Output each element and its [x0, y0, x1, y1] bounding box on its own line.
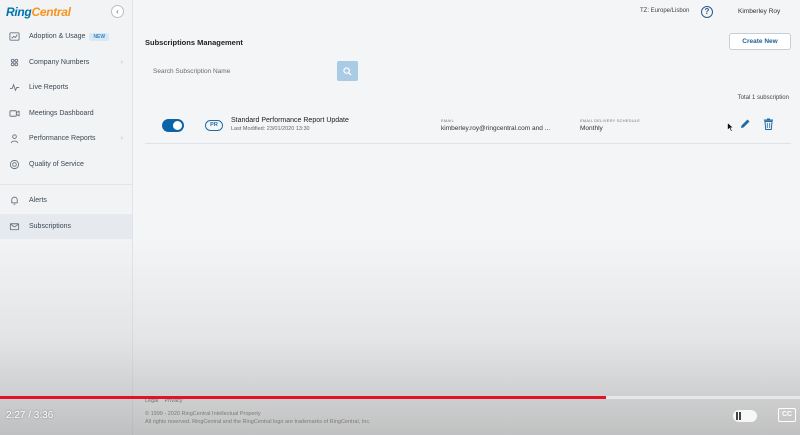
video-icon: [9, 108, 20, 119]
search-icon: [343, 66, 352, 76]
sidebar-item-subscriptions[interactable]: Subscriptions: [0, 213, 132, 239]
sidebar-item-label: Subscriptions: [29, 222, 72, 230]
ringcentral-logo[interactable]: RingCentral: [6, 5, 71, 19]
person-icon: [9, 133, 20, 144]
total-count: Total 1 subscription: [737, 95, 789, 101]
copyright-text: © 1999 - 2020 RingCentral Intellectual P…: [145, 411, 261, 417]
sidebar-item-performance-reports[interactable]: Performance Reports ›: [0, 126, 132, 152]
subscription-name[interactable]: Standard Performance Report Update: [231, 117, 349, 124]
trash-icon[interactable]: [763, 118, 774, 130]
sidebar-item-label: Live Reports: [29, 84, 69, 92]
email-label: EMAIL: [441, 118, 455, 123]
subscription-row[interactable]: PR Standard Performance Report Update La…: [145, 108, 791, 144]
sidebar-item-label: Adoption & Usage: [29, 33, 86, 41]
timezone-label[interactable]: TZ: Europe/Lisbon: [640, 8, 689, 14]
email-value: kimberley.roy@ringcentral.com and ...: [441, 125, 551, 132]
sidebar-item-alerts[interactable]: Alerts: [0, 188, 132, 214]
help-icon[interactable]: ?: [701, 6, 713, 18]
chevron-right-icon: ›: [120, 135, 123, 143]
chart-icon: [9, 31, 20, 42]
trademark-text: All rights reserved. RingCentral and the…: [145, 419, 371, 425]
sidebar-item-meetings-dashboard[interactable]: Meetings Dashboard: [0, 101, 132, 127]
top-header: TZ: Europe/Lisbon ? Kimberley Roy: [133, 0, 800, 24]
subscription-toggle[interactable]: [162, 119, 184, 132]
sidebar-item-label: Company Numbers: [29, 58, 90, 66]
sidebar-item-company-numbers[interactable]: Company Numbers ›: [0, 50, 132, 76]
bell-icon: [9, 195, 20, 206]
captions-button[interactable]: CC: [778, 408, 796, 422]
search-input[interactable]: [145, 61, 335, 81]
edit-icon[interactable]: [739, 118, 751, 130]
video-time: 2:27 / 3:36: [6, 410, 54, 421]
mouse-cursor-icon: [727, 122, 734, 132]
numbers-icon: [9, 57, 20, 68]
chevron-right-icon: ›: [120, 58, 123, 66]
sidebar-divider: [0, 184, 132, 185]
pause-toggle-icon[interactable]: [733, 410, 757, 422]
sidebar-item-label: Performance Reports: [29, 135, 96, 143]
create-new-button[interactable]: Create New: [729, 33, 791, 50]
page-title: Subscriptions Management: [145, 38, 243, 47]
video-progress-fill: [0, 396, 606, 399]
sidebar-item-label: Meetings Dashboard: [29, 109, 94, 117]
footer-copyright: © 1999 - 2020 RingCentral Intellectual P…: [145, 410, 371, 426]
gauge-icon: [9, 159, 20, 170]
video-progress-bar[interactable]: [0, 396, 800, 399]
pulse-icon: [9, 82, 20, 93]
search-button[interactable]: [337, 61, 358, 81]
envelope-icon: [9, 221, 20, 232]
sidebar-item-label: Quality of Service: [29, 160, 84, 168]
report-type-badge: PR: [205, 120, 223, 131]
collapse-sidebar-button[interactable]: ‹: [111, 5, 124, 18]
sidebar-item-label: Alerts: [29, 197, 47, 205]
main-content: Subscriptions Management Create New Tota…: [133, 24, 800, 435]
new-badge: NEW: [89, 32, 110, 41]
sidebar-item-live-reports[interactable]: Live Reports: [0, 75, 132, 101]
schedule-value: Monthly: [580, 125, 603, 132]
last-modified: Last Modified: 23/01/2020 13:30: [231, 126, 310, 132]
logo-row: RingCentral ‹: [0, 0, 132, 24]
user-menu[interactable]: Kimberley Roy: [738, 8, 780, 15]
sidebar-item-quality-of-service[interactable]: Quality of Service: [0, 152, 132, 178]
schedule-label: EMAIL DELIVERY SCHEDULE: [580, 118, 641, 123]
sidebar: RingCentral ‹ Adoption & Usage NEW Compa…: [0, 0, 133, 435]
sidebar-item-adoption-usage[interactable]: Adoption & Usage NEW: [0, 24, 132, 50]
